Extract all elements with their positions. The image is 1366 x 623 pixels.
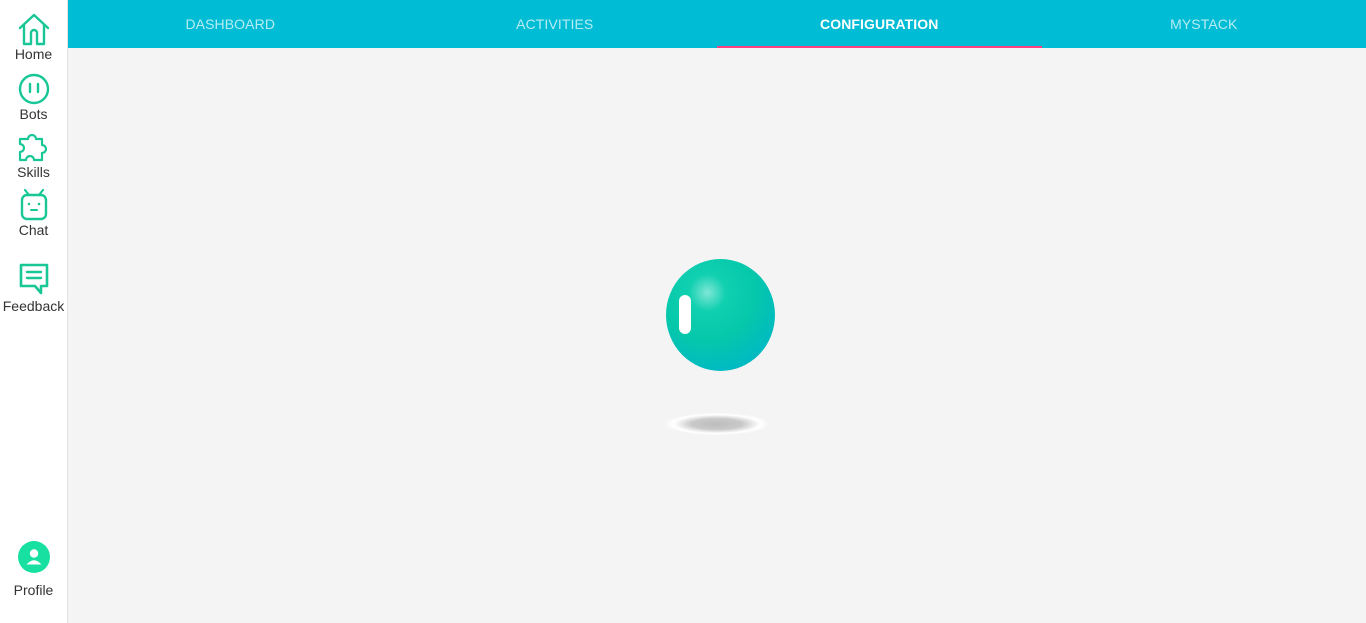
sidebar-item-bots[interactable]: Bots bbox=[0, 72, 67, 122]
sidebar-item-label: Profile bbox=[13, 582, 54, 598]
home-icon bbox=[17, 12, 51, 46]
profile-icon bbox=[17, 540, 51, 574]
sidebar-item-skills[interactable]: Skills bbox=[0, 130, 67, 180]
tab-activities[interactable]: ACTIVITIES bbox=[393, 0, 718, 48]
puzzle-icon bbox=[17, 130, 51, 164]
sidebar-item-profile[interactable]: Profile bbox=[0, 540, 67, 598]
sidebar-item-label: Bots bbox=[19, 106, 48, 122]
sidebar-item-label: Skills bbox=[17, 164, 50, 180]
top-tab-bar: DASHBOARD ACTIVITIES CONFIGURATION MYSTA… bbox=[68, 0, 1366, 48]
loading-ball-shadow bbox=[666, 413, 768, 435]
tab-configuration[interactable]: CONFIGURATION bbox=[717, 0, 1042, 48]
feedback-icon bbox=[17, 258, 51, 298]
sidebar-item-label: Home bbox=[14, 46, 53, 62]
bot-face-icon bbox=[17, 72, 51, 106]
sidebar-item-chat[interactable]: Chat bbox=[0, 188, 67, 238]
tab-mystack[interactable]: MYSTACK bbox=[1042, 0, 1366, 48]
loading-ball bbox=[666, 259, 775, 371]
sidebar-item-label: Chat bbox=[18, 222, 49, 238]
sidebar-item-label: Feedback bbox=[2, 298, 65, 314]
main-content bbox=[68, 48, 1366, 623]
robot-icon bbox=[17, 188, 51, 222]
sidebar-item-home[interactable]: Home bbox=[0, 12, 67, 62]
tab-dashboard[interactable]: DASHBOARD bbox=[68, 0, 393, 48]
loading-ball-highlight bbox=[679, 295, 691, 334]
sidebar-item-feedback[interactable]: Feedback bbox=[0, 258, 67, 314]
app-root: Home Bots Skills Chat Feedback Profile D… bbox=[0, 0, 1366, 623]
sidebar: Home Bots Skills Chat Feedback Profile bbox=[0, 0, 68, 623]
